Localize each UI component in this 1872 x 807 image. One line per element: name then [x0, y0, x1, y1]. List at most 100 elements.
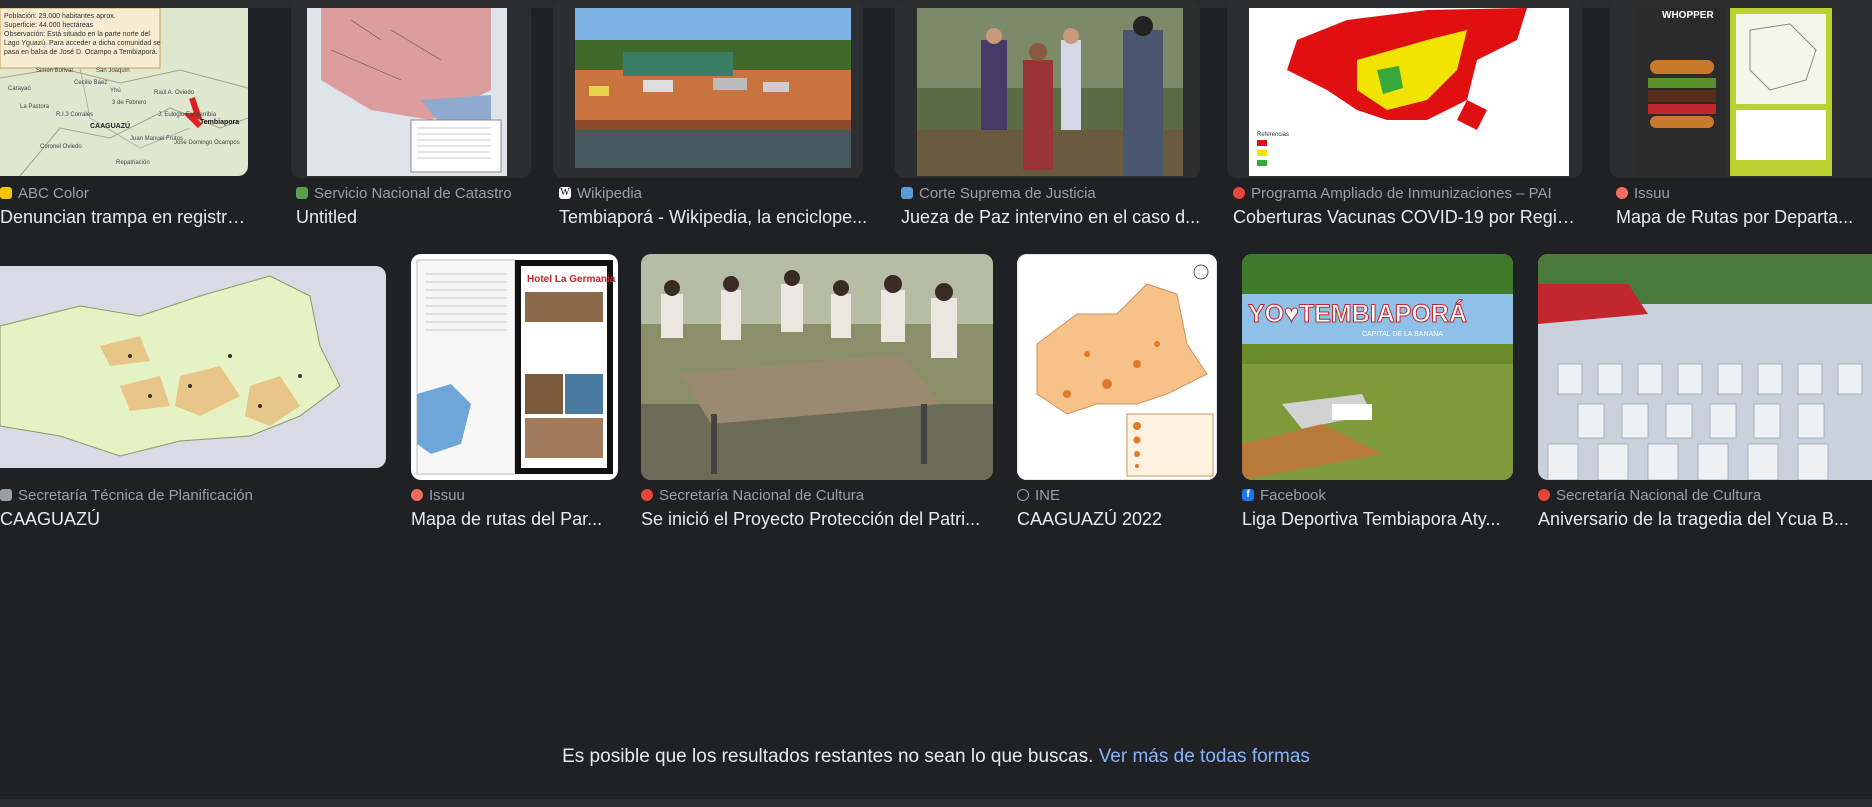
- map-place: Yhú: [110, 88, 121, 94]
- notice-text: Es posible que los resultados restantes …: [562, 746, 1094, 767]
- result-title[interactable]: Se inició el Proyecto Protección del Pat…: [641, 509, 981, 531]
- result-title[interactable]: Jueza de Paz intervino en el caso d...: [901, 207, 1206, 229]
- result-thumbnail[interactable]: YO♥TEMBIAPORÁ CAPITAL DE LA BANANA: [1242, 254, 1513, 480]
- result-card-issuu-rutas[interactable]: WHOPPER Issuu Mapa de Rutas por Departa.…: [1610, 0, 1872, 230]
- meeting-photo-illustration: [641, 254, 993, 480]
- facebook-favicon-icon: f: [1242, 489, 1254, 501]
- result-thumbnail[interactable]: Población: 29.000 habitantes aprox. Supe…: [0, 8, 248, 176]
- map-place: Simón Bolívar: [36, 68, 73, 74]
- map-place: Coronel Oviedo: [40, 144, 82, 150]
- source-name: Facebook: [1260, 486, 1326, 504]
- result-title[interactable]: Mapa de Rutas por Departa...: [1616, 207, 1856, 229]
- result-title[interactable]: Denuncian trampa en registro ...: [0, 207, 250, 229]
- result-thumbnail[interactable]: [1538, 254, 1872, 480]
- result-thumbnail[interactable]: [1017, 254, 1217, 480]
- map-place: Carayaó: [8, 86, 31, 92]
- source-name: INE: [1035, 486, 1061, 504]
- source-name: Programa Ampliado de Inmunizaciones – PA…: [1251, 184, 1552, 202]
- globe-icon: [1017, 489, 1029, 501]
- result-source: Secretaría Nacional de Cultura: [1538, 485, 1761, 505]
- more-results-notice: Es posible que los resultados restantes …: [0, 746, 1872, 768]
- result-thumbnail[interactable]: WHOPPER: [1610, 0, 1872, 178]
- ferry-photo-illustration: [575, 8, 851, 168]
- result-card-facebook[interactable]: YO♥TEMBIAPORÁ CAPITAL DE LA BANANA f Fac…: [1242, 254, 1517, 534]
- result-title[interactable]: Coberturas Vacunas COVID-19 por Region..…: [1233, 207, 1583, 229]
- source-name: Servicio Nacional de Catastro: [314, 184, 512, 202]
- source-name: Secretaría Técnica de Planificación: [18, 486, 253, 504]
- result-source: Secretaría Nacional de Cultura: [641, 485, 864, 505]
- catastro-favicon-icon: [296, 187, 308, 199]
- result-thumbnail[interactable]: [291, 0, 531, 178]
- map-info-5: pasa en balsa de José D. Ocampo a Tembia…: [4, 49, 158, 56]
- brochure-burger-label: WHOPPER: [1662, 10, 1714, 21]
- burger-brochure-illustration: WHOPPER: [1636, 8, 1832, 176]
- result-title[interactable]: Tembiaporá - Wikipedia, la enciclope...: [559, 207, 869, 229]
- issuu-favicon-icon: [1616, 187, 1628, 199]
- result-card-cultura-ycua[interactable]: Secretaría Nacional de Cultura Aniversar…: [1538, 254, 1872, 534]
- result-card-pai[interactable]: Referencias Programa Ampliado de Inmuniz…: [1227, 0, 1583, 230]
- issuu-favicon-icon: [411, 489, 423, 501]
- ine-map-illustration: [1017, 254, 1217, 480]
- map-place: 3 de Febrero: [112, 100, 147, 106]
- result-card-wikipedia[interactable]: W Wikipedia Tembiaporá - Wikipedia, la e…: [553, 0, 869, 230]
- hotel-brochure-illustration: Hotel La Germania: [416, 259, 616, 475]
- result-card-cultura-patrimonio[interactable]: Secretaría Nacional de Cultura Se inició…: [641, 254, 996, 534]
- map-place: R.I.3 Corrales: [56, 112, 93, 118]
- caaguazu-map-illustration: [0, 266, 386, 468]
- map-info-1: Población: 29.000 habitantes aprox.: [4, 13, 116, 20]
- map-info-3: Observación: Está situado en la parte no…: [4, 31, 150, 38]
- see-more-anyway-link[interactable]: Ver más de todas formas: [1099, 746, 1310, 767]
- abc-color-favicon-icon: [0, 187, 12, 199]
- result-thumbnail[interactable]: [0, 266, 386, 468]
- source-name: Issuu: [1634, 184, 1670, 202]
- source-name: ABC Color: [18, 184, 89, 202]
- result-source: Programa Ampliado de Inmunizaciones – PA…: [1233, 183, 1552, 203]
- map-illustration: Población: 29.000 habitantes aprox. Supe…: [0, 8, 248, 176]
- covid-coverage-map-illustration: Referencias: [1249, 8, 1569, 176]
- result-thumbnail[interactable]: [641, 254, 993, 480]
- result-card-issuu-paraguay[interactable]: Hotel La Germania Issuu Mapa de rutas de…: [411, 254, 621, 534]
- result-card-planificacion[interactable]: Secretaría Técnica de Planificación CAAG…: [0, 254, 390, 534]
- map-place: J. Eulogio Estigarribia: [158, 112, 217, 118]
- result-source: ABC Color: [0, 183, 89, 203]
- map-place: San Joaquín: [96, 68, 130, 74]
- cadastral-map-illustration: [307, 8, 507, 176]
- sign-subtext: CAPITAL DE LA BANANA: [1362, 331, 1443, 338]
- result-thumbnail[interactable]: Hotel La Germania: [411, 254, 618, 480]
- cultura-favicon-icon: [641, 489, 653, 501]
- result-title[interactable]: Untitled: [296, 207, 536, 229]
- source-name: Secretaría Nacional de Cultura: [1556, 486, 1762, 504]
- result-title[interactable]: CAAGUAZÚ 2022: [1017, 509, 1217, 531]
- result-card-corte-suprema[interactable]: Corte Suprema de Justicia Jueza de Paz i…: [895, 0, 1206, 230]
- image-results-grid: Población: 29.000 habitantes aprox. Supe…: [0, 0, 1872, 560]
- result-thumbnail[interactable]: Referencias: [1227, 0, 1582, 178]
- forest-people-photo-illustration: [917, 8, 1183, 176]
- result-source: f Facebook: [1242, 485, 1326, 505]
- result-source: INE: [1017, 485, 1060, 505]
- result-source: Issuu: [1616, 183, 1670, 203]
- result-title[interactable]: Aniversario de la tragedia del Ycua B...: [1538, 509, 1858, 531]
- result-card-ine[interactable]: INE CAAGUAZÚ 2022: [1017, 254, 1222, 534]
- result-source: Issuu: [411, 485, 465, 505]
- result-source: Servicio Nacional de Catastro: [296, 183, 512, 203]
- cultura-favicon-icon: [1538, 489, 1550, 501]
- map-info-2: Superficie: 44.000 hectáreas: [4, 22, 94, 29]
- result-card-catastro[interactable]: Servicio Nacional de Catastro Untitled: [291, 0, 536, 230]
- map-place: José Domingo Ocampos: [174, 140, 240, 146]
- tembiapora-sign-photo-illustration: YO♥TEMBIAPORÁ CAPITAL DE LA BANANA: [1242, 254, 1513, 480]
- chairs-memorial-photo-illustration: [1538, 254, 1872, 480]
- bottom-edge: [0, 799, 1872, 807]
- map-place: La Pastora: [20, 104, 50, 110]
- result-title[interactable]: CAAGUAZÚ: [0, 509, 380, 531]
- pai-favicon-icon: [1233, 187, 1245, 199]
- result-card-abc-color[interactable]: Población: 29.000 habitantes aprox. Supe…: [0, 0, 250, 230]
- result-title[interactable]: Liga Deportiva Tembiapora Aty...: [1242, 509, 1512, 531]
- source-name: Issuu: [429, 486, 465, 504]
- map-city-label: Tembiapora: [200, 119, 239, 126]
- brochure-hotel-title: Hotel La Germania: [527, 274, 616, 285]
- result-thumbnail[interactable]: [553, 0, 863, 178]
- map-place: Repatriación: [116, 160, 150, 166]
- result-thumbnail[interactable]: [895, 0, 1200, 178]
- source-name: Secretaría Nacional de Cultura: [659, 486, 865, 504]
- result-title[interactable]: Mapa de rutas del Par...: [411, 509, 611, 531]
